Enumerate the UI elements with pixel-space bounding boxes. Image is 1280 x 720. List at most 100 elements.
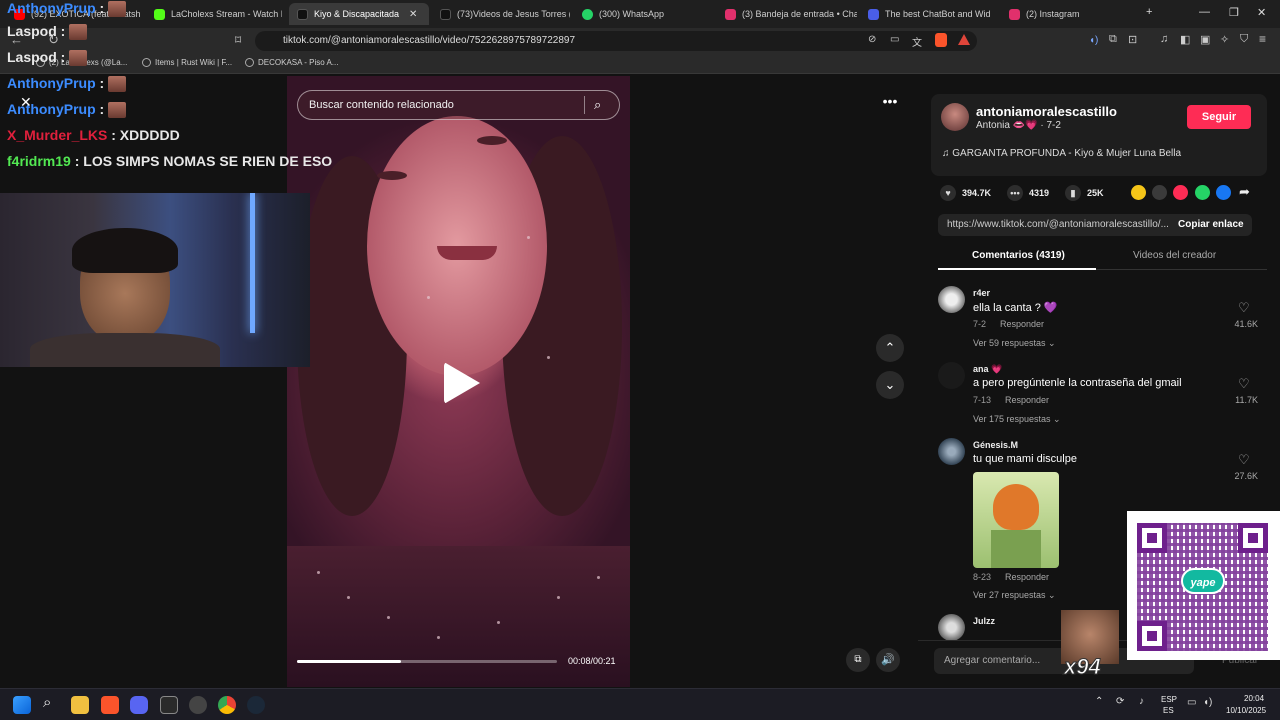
view-replies-button[interactable]: Ver 175 respuestas ⌄: [973, 414, 1061, 425]
brave-icon[interactable]: [101, 696, 119, 714]
obs-icon[interactable]: [189, 696, 207, 714]
windows-start-icon[interactable]: [13, 696, 31, 714]
heart-icon[interactable]: ♡: [1238, 300, 1250, 316]
bookmark-rust-wiki[interactable]: Items | Rust Wiki | F...: [142, 58, 232, 67]
audio-icon[interactable]: ◖): [1089, 35, 1098, 46]
menu-icon[interactable]: ≡: [1259, 32, 1266, 46]
microphone-icon[interactable]: ♪: [1139, 696, 1144, 707]
comment-stat[interactable]: ••• 4319: [1007, 185, 1049, 201]
language-indicator[interactable]: ESP: [1161, 695, 1177, 704]
comment-text: ella la canta ? 💜: [973, 302, 1058, 314]
vpn-shield-icon[interactable]: ⛉: [1240, 33, 1248, 46]
copy-link-button[interactable]: Copiar enlace: [1178, 219, 1244, 230]
restore-button[interactable]: ❐: [1229, 6, 1239, 19]
close-overlay-icon[interactable]: ✕: [20, 94, 32, 111]
steam-icon[interactable]: [247, 696, 265, 714]
qr-corner: [1137, 523, 1167, 553]
share-arrow-icon[interactable]: ➦: [1239, 184, 1250, 200]
terminal-icon[interactable]: [160, 696, 178, 714]
facebook-share-icon[interactable]: [1216, 185, 1231, 200]
more-options-icon[interactable]: •••: [879, 93, 901, 113]
volume-icon[interactable]: 🔊: [876, 648, 900, 672]
new-tab-button[interactable]: +: [1146, 6, 1152, 18]
whatsapp-icon: [582, 8, 593, 20]
avatar[interactable]: [938, 614, 965, 641]
streamer-hair: [72, 228, 178, 273]
file-explorer-icon[interactable]: [71, 696, 89, 714]
sparkle: [497, 621, 500, 624]
extensions-icon[interactable]: ⧉: [1109, 33, 1117, 46]
tab-jesus-torres[interactable]: (73)Videos de Jesus Torres (@: [432, 3, 570, 25]
view-replies-button[interactable]: Ver 27 respuestas ⌄: [973, 590, 1056, 601]
like-stat[interactable]: ♥ 394.7K: [940, 185, 991, 201]
video-timecode: 00:08/00:21: [568, 656, 616, 666]
tab-whatsapp[interactable]: (300) WhatsApp: [574, 3, 714, 25]
tab-comments[interactable]: Comentarios (4319): [972, 250, 1065, 261]
discord-icon[interactable]: [130, 696, 148, 714]
friends-share-icon[interactable]: [1131, 185, 1146, 200]
media-icon[interactable]: ♫: [1160, 33, 1168, 45]
chrome-icon[interactable]: [218, 696, 236, 714]
heart-icon[interactable]: ♡: [1238, 376, 1250, 392]
related-search-input[interactable]: Buscar contenido relacionado: [297, 90, 620, 120]
sidebar-icon[interactable]: ◧: [1180, 33, 1190, 46]
follow-button[interactable]: Seguir: [1187, 105, 1251, 129]
tiktok-icon: [440, 8, 451, 20]
brave-rewards-icon[interactable]: [958, 34, 970, 45]
creator-username[interactable]: antoniamoralescastillo: [976, 104, 1117, 119]
leo-ai-icon[interactable]: ✧: [1220, 33, 1229, 46]
tab-bandeja-entrada[interactable]: (3) Bandeja de entrada • Chats: [717, 3, 857, 25]
no-tracking-icon[interactable]: ⊘: [868, 34, 876, 45]
floating-player-icon[interactable]: ⧉: [846, 648, 870, 672]
close-window-button[interactable]: ✕: [1257, 6, 1266, 19]
save-stat[interactable]: ▮ 25K: [1065, 185, 1104, 201]
cast-icon[interactable]: ▭: [890, 34, 899, 45]
music-title[interactable]: ♫ GARGANTA PROFUNDA - Kiyo & Mujer Luna …: [942, 148, 1181, 159]
tab-creator-videos[interactable]: Videos del creador: [1133, 250, 1216, 261]
bookmark-decokasa[interactable]: DECOKASA - Piso A...: [245, 58, 338, 67]
speaker-icon[interactable]: ◖): [1203, 697, 1212, 708]
streamer-shirt: [30, 333, 220, 367]
avatar[interactable]: [938, 362, 965, 389]
clock-date[interactable]: 10/10/2025: [1226, 706, 1266, 715]
avatar[interactable]: [938, 438, 965, 465]
reply-button[interactable]: Responder: [1000, 319, 1044, 329]
clock-time[interactable]: 20:04: [1244, 694, 1264, 703]
close-tab-icon[interactable]: ✕: [409, 9, 417, 20]
comment-username[interactable]: r4er: [973, 288, 990, 298]
brave-shield-icon[interactable]: [935, 33, 947, 47]
heart-icon[interactable]: ♡: [1238, 452, 1250, 468]
reply-button[interactable]: Responder: [1005, 395, 1049, 405]
bookmark-icon[interactable]: ⌑: [235, 33, 241, 47]
previous-video-button[interactable]: ⌃: [876, 334, 904, 362]
network-icon[interactable]: ▭: [1187, 697, 1196, 708]
avatar[interactable]: [938, 286, 965, 313]
tab-kiyo-discapacitada[interactable]: Kiyo & Discapacitada ✕: [289, 3, 429, 25]
tray-chevron-icon[interactable]: ⌃: [1095, 696, 1103, 707]
sync-icon[interactable]: ⟳: [1116, 696, 1124, 707]
next-video-button[interactable]: ⌄: [876, 371, 904, 399]
whatsapp-share-icon[interactable]: [1195, 185, 1210, 200]
creator-subline: Antonia 👄💗 · 7-2: [976, 120, 1061, 131]
send-icon[interactable]: [1173, 185, 1188, 200]
reply-button[interactable]: Responder: [1005, 572, 1049, 582]
embed-icon[interactable]: [1152, 185, 1167, 200]
minimize-button[interactable]: —: [1199, 6, 1210, 18]
video-progress-bar[interactable]: [297, 660, 557, 663]
tab-chatbot[interactable]: The best ChatBot and Wid: [860, 3, 1000, 25]
play-icon[interactable]: [444, 362, 480, 404]
sparkle: [597, 576, 600, 579]
avatar[interactable]: [941, 103, 969, 131]
chat-emote: [69, 24, 88, 41]
comment-username[interactable]: Génesis.M: [973, 440, 1018, 450]
screenshot-icon[interactable]: ⊡: [1128, 33, 1137, 46]
tab-lacholexs-stream[interactable]: LaCholexs Stream - Watch Live: [146, 3, 282, 25]
search-icon[interactable]: ⌕: [43, 694, 51, 711]
comment-username[interactable]: ana 💗: [973, 364, 1002, 375]
view-replies-button[interactable]: Ver 59 respuestas ⌄: [973, 338, 1056, 349]
search-icon[interactable]: ⌕: [594, 97, 601, 113]
translate-icon[interactable]: 文: [912, 34, 922, 49]
comment-username[interactable]: Julzz: [973, 616, 995, 626]
tab-instagram[interactable]: (2) Instagram: [1001, 3, 1139, 25]
wallet-icon[interactable]: ▣: [1200, 33, 1210, 46]
